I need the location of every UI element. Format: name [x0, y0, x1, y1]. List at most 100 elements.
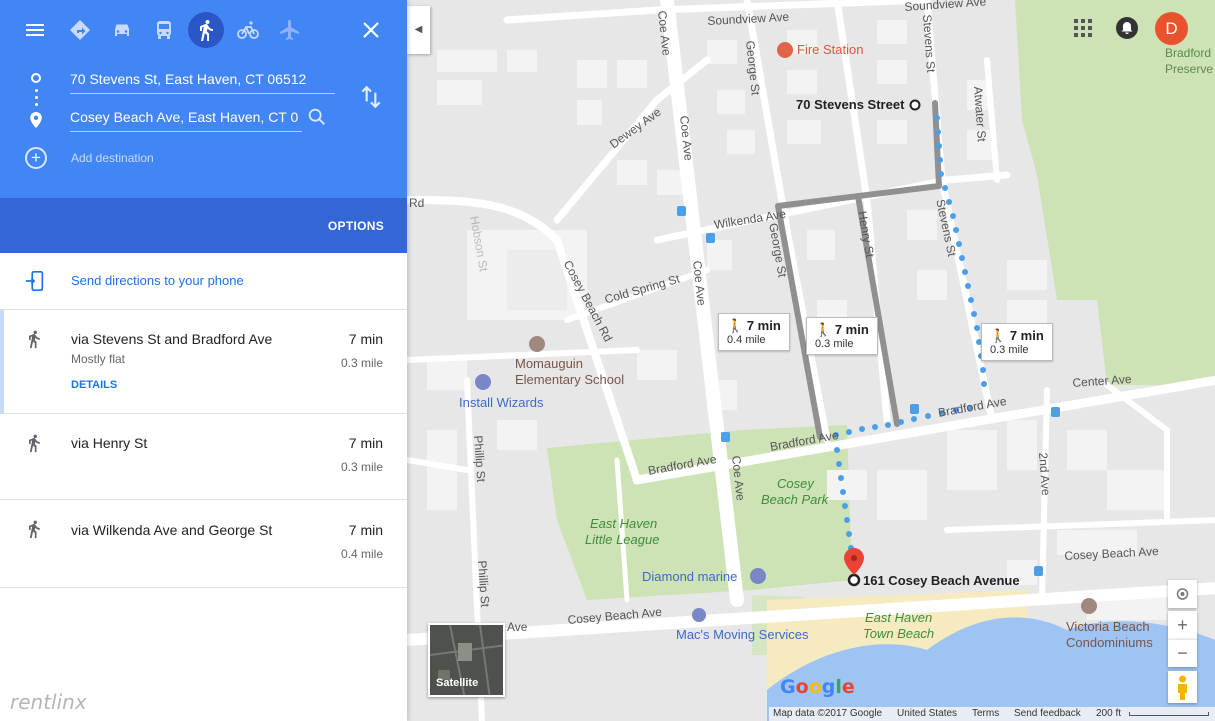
- google-logo: Google: [780, 676, 855, 698]
- street-view-pegman[interactable]: [1168, 671, 1197, 703]
- route-callout[interactable]: 🚶 7 min 0.3 mile: [806, 317, 878, 355]
- callout-time: 🚶 7 min: [815, 322, 869, 338]
- origin-input[interactable]: 70 Stevens St, East Haven, CT 06512: [70, 66, 335, 94]
- route-option-2[interactable]: via Henry St 7 min 0.3 mile: [0, 414, 407, 500]
- terms-link[interactable]: Terms: [972, 708, 999, 719]
- route-callout-selected[interactable]: 🚶 7 min 0.3 mile: [981, 323, 1053, 361]
- condo-icon: [1081, 598, 1097, 614]
- walking-icon: 🚶: [727, 318, 744, 333]
- poi-label-little-league[interactable]: Little League: [585, 532, 659, 547]
- plus-icon: +: [1177, 615, 1188, 635]
- options-button[interactable]: OPTIONS: [328, 219, 384, 233]
- route-dot-icon: [35, 103, 38, 106]
- poi-label-fire-station[interactable]: Fire Station: [797, 42, 863, 57]
- callout-time-text: 7 min: [746, 318, 781, 333]
- callout-distance: 0.3 mile: [990, 344, 1029, 356]
- poi-label-preserve[interactable]: Preserve: [1165, 62, 1213, 76]
- poi-label-victoria[interactable]: Victoria Beach: [1066, 619, 1150, 634]
- map-data-attribution: Map data ©2017 Google: [773, 708, 883, 719]
- poi-label-install-wizards[interactable]: Install Wizards: [459, 395, 544, 410]
- callout-time-text: 7 min: [834, 322, 869, 337]
- route-callout[interactable]: 🚶 7 min 0.4 mile: [718, 313, 790, 351]
- close-icon: [363, 22, 379, 38]
- poi-label-park[interactable]: Cosey: [777, 476, 814, 491]
- send-directions-link[interactable]: Send directions to your phone: [71, 273, 244, 288]
- mode-walking-button[interactable]: [188, 12, 224, 48]
- add-destination-button[interactable]: Add destination: [71, 151, 154, 165]
- mode-best-route-button[interactable]: [62, 12, 98, 48]
- poi-label-macs-moving[interactable]: Mac's Moving Services: [676, 627, 809, 642]
- send-to-phone-icon: [25, 271, 44, 291]
- route-time: 7 min: [348, 435, 383, 451]
- route-title: via Stevens St and Bradford Ave: [71, 331, 273, 347]
- walking-icon: [29, 520, 40, 539]
- poi-label-preserve[interactable]: Bradford: [1165, 46, 1211, 60]
- send-to-phone-row[interactable]: Send directions to your phone: [0, 253, 407, 310]
- poi-label-town-beach[interactable]: East Haven: [865, 610, 932, 625]
- callout-distance: 0.4 mile: [727, 334, 766, 346]
- zoom-in-button[interactable]: +: [1168, 611, 1197, 639]
- destination-marker: [847, 573, 861, 587]
- search-icon[interactable]: [306, 106, 328, 128]
- notifications-icon[interactable]: [1115, 16, 1139, 40]
- map-footer: Map data ©2017 Google United States Term…: [769, 707, 1215, 721]
- add-destination-icon[interactable]: +: [25, 147, 47, 169]
- route-option-1[interactable]: via Stevens St and Bradford Ave 7 min Mo…: [0, 310, 407, 414]
- street-label: 2nd Ave: [1036, 452, 1054, 497]
- shop-icon: [475, 374, 491, 390]
- map-canvas[interactable]: Soundview Ave Soundview Ave Coe Ave Coe …: [407, 0, 1215, 721]
- walking-icon: [29, 330, 40, 349]
- country-link[interactable]: United States: [897, 708, 957, 719]
- close-directions-button[interactable]: [353, 12, 389, 48]
- fire-station-icon: [777, 42, 793, 58]
- route-distance: 0.3 mile: [340, 460, 383, 474]
- route-dot-icon: [35, 96, 38, 99]
- chevron-left-icon: ◀: [414, 24, 423, 35]
- route-subtitle: Mostly flat: [71, 352, 126, 366]
- route-distance: 0.4 mile: [340, 547, 383, 561]
- pegman-icon: [1178, 675, 1187, 700]
- satellite-toggle[interactable]: Satellite: [428, 623, 505, 697]
- menu-button[interactable]: [17, 12, 53, 48]
- minus-icon: −: [1177, 643, 1188, 663]
- poi-label-park[interactable]: Beach Park: [761, 492, 828, 507]
- bicycle-icon: [237, 21, 259, 39]
- mode-transit-button[interactable]: [146, 12, 182, 48]
- destination-input[interactable]: Cosey Beach Ave, East Haven, CT 0: [70, 104, 302, 132]
- satellite-label: Satellite: [436, 677, 479, 689]
- mode-cycling-button[interactable]: [230, 12, 266, 48]
- diamond-turn-icon: [70, 20, 90, 40]
- moving-icon: [692, 608, 706, 622]
- zoom-out-button[interactable]: −: [1168, 639, 1197, 667]
- poi-label-little-league[interactable]: East Haven: [590, 516, 657, 531]
- walking-icon: 🚶: [990, 328, 1007, 343]
- scale-label[interactable]: 200 ft: [1096, 708, 1121, 719]
- origin-label: 70 Stevens Street: [796, 97, 905, 112]
- account-avatar[interactable]: D: [1155, 12, 1188, 45]
- street-label: Rd: [409, 196, 425, 210]
- collapse-panel-button[interactable]: ◀: [407, 6, 430, 54]
- send-feedback-link[interactable]: Send feedback: [1014, 708, 1081, 719]
- walking-icon: [29, 434, 40, 453]
- menu-icon: [26, 24, 44, 36]
- route-option-3[interactable]: via Wilkenda Ave and George St 7 min 0.4…: [0, 500, 407, 588]
- poi-label-town-beach[interactable]: Town Beach: [863, 626, 934, 641]
- origin-dot-icon: [31, 73, 41, 83]
- poi-label-diamond-marine[interactable]: Diamond marine: [642, 569, 737, 584]
- route-distance: 0.3 mile: [340, 356, 383, 370]
- poi-label-victoria[interactable]: Condominiums: [1066, 635, 1153, 650]
- route-title: via Wilkenda Ave and George St: [71, 522, 273, 538]
- my-location-button[interactable]: [1168, 580, 1197, 608]
- watermark-logo: rentlinx: [10, 690, 87, 714]
- street-label: Ave: [507, 620, 528, 634]
- route-time: 7 min: [348, 331, 383, 347]
- route-details-link[interactable]: DETAILS: [71, 379, 117, 391]
- callout-time: 🚶 7 min: [727, 318, 781, 334]
- mode-driving-button[interactable]: [104, 12, 140, 48]
- poi-label-school[interactable]: Elementary School: [515, 372, 624, 387]
- swap-icon[interactable]: [358, 84, 384, 110]
- destination-pin-icon: [30, 112, 42, 128]
- apps-grid-icon[interactable]: [1073, 18, 1093, 38]
- mode-flight-button[interactable]: [272, 12, 308, 48]
- poi-label-school[interactable]: Momauguin: [515, 356, 583, 371]
